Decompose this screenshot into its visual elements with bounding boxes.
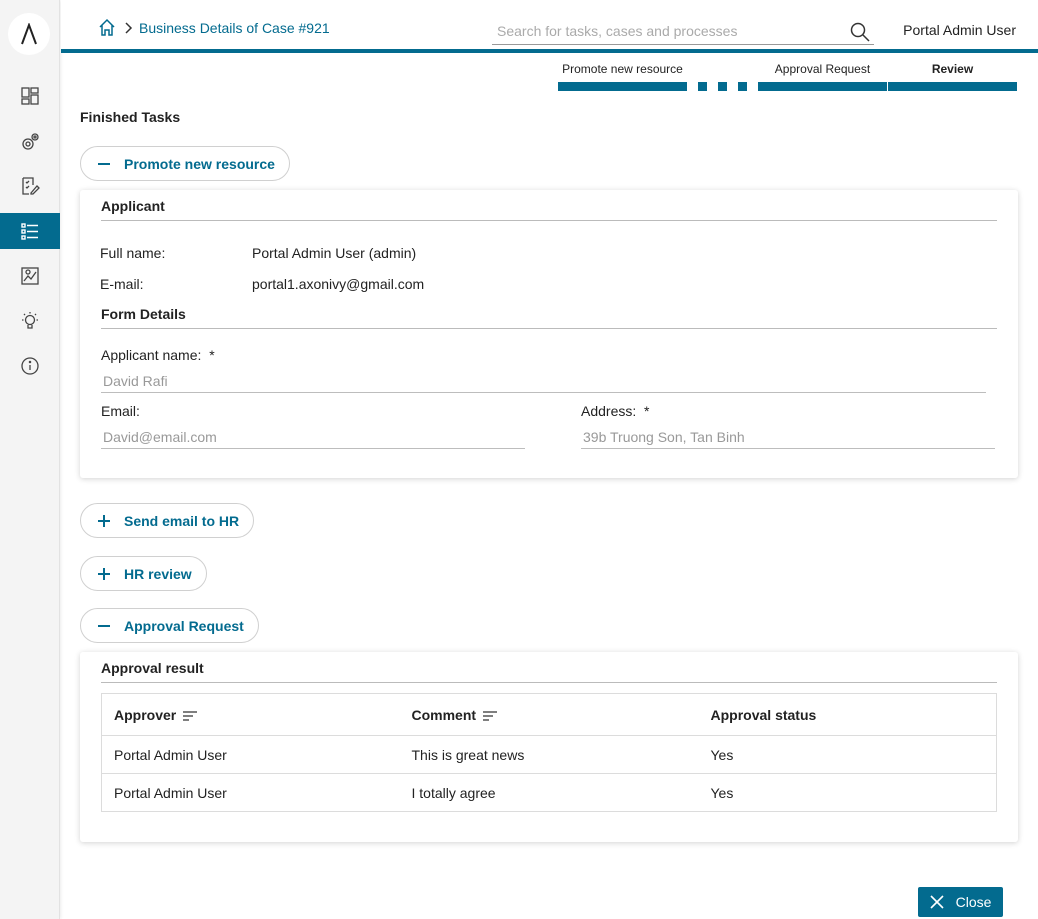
approval-task-panel: Approval result Approver Comment Approva… <box>80 652 1018 842</box>
sidebar-item-ideas[interactable] <box>0 303 60 339</box>
axon-ivy-logo[interactable] <box>8 13 50 55</box>
step-dot <box>698 82 707 91</box>
plus-icon <box>98 567 110 580</box>
applicant-name-label: Applicant name: * <box>101 347 215 363</box>
email-field-label: Email: <box>101 403 140 419</box>
email-value: portal1.axonivy@gmail.com <box>252 276 425 292</box>
required-mark: * <box>644 403 650 419</box>
required-mark: * <box>209 347 215 363</box>
tasks-checklist-icon <box>22 177 40 195</box>
minus-icon <box>98 624 110 627</box>
search-box <box>492 17 874 45</box>
divider <box>101 220 997 221</box>
applicant-name-field[interactable] <box>101 369 986 393</box>
sort-icon[interactable] <box>182 710 198 722</box>
top-bar: Business Details of Case #921 Portal Adm… <box>61 0 1038 53</box>
close-button[interactable]: Close <box>918 887 1003 917</box>
approval-result-heading: Approval result <box>101 660 204 676</box>
sidebar-item-cases[interactable] <box>0 213 60 249</box>
email-field[interactable] <box>101 425 525 449</box>
sidebar-item-dashboard[interactable] <box>0 78 60 114</box>
home-icon[interactable] <box>97 18 117 38</box>
cases-list-icon <box>21 223 38 240</box>
column-header-comment[interactable]: Comment <box>400 694 699 736</box>
close-icon <box>930 895 944 909</box>
status-cell: Yes <box>710 784 734 801</box>
step-promote-new-resource: Promote new resource <box>562 62 683 76</box>
step-review: Review <box>931 62 974 76</box>
task-label: Approval Request <box>124 617 244 634</box>
minus-icon <box>98 162 110 165</box>
sidebar-item-info[interactable] <box>0 348 60 384</box>
table-row: Portal Admin User I totally agree Yes <box>101 773 997 812</box>
task-label: HR review <box>124 565 192 582</box>
breadcrumb-case-link[interactable]: Business Details of Case #921 <box>139 20 330 36</box>
address-field[interactable] <box>581 425 995 449</box>
full-name-label: Full name: <box>100 245 166 261</box>
ideas-lightbulb-icon <box>22 312 38 329</box>
task-toggle-send-email-to-hr[interactable]: Send email to HR <box>80 503 255 538</box>
sidebar-item-tasks[interactable] <box>0 168 60 204</box>
step-dot <box>718 82 727 91</box>
approver-cell: Portal Admin User <box>114 746 227 763</box>
task-toggle-promote-new-resource[interactable]: Promote new resource <box>80 146 290 181</box>
sort-icon[interactable] <box>482 710 498 722</box>
full-name-value: Portal Admin User (admin) <box>252 245 417 261</box>
step-bar-promote <box>558 82 687 91</box>
approver-cell: Portal Admin User <box>114 784 227 801</box>
table-row: Portal Admin User This is great news Yes <box>101 735 997 774</box>
statistics-chart-icon <box>21 267 39 285</box>
sidebar <box>0 0 60 919</box>
task-toggle-approval-request[interactable]: Approval Request <box>80 608 259 643</box>
promote-task-panel: Applicant Full name: Portal Admin User (… <box>80 190 1018 478</box>
divider <box>101 328 997 329</box>
email-label: E-mail: <box>100 276 144 292</box>
column-header-approver[interactable]: Approver <box>102 694 400 736</box>
applicant-heading: Applicant <box>101 198 165 214</box>
plus-icon <box>98 514 110 527</box>
processes-gear-icon <box>22 133 39 150</box>
address-label: Address: * <box>581 403 650 419</box>
finished-tasks-title: Finished Tasks <box>80 109 181 125</box>
info-icon <box>21 357 39 375</box>
breadcrumb: Business Details of Case #921 <box>97 18 330 38</box>
divider <box>101 682 997 683</box>
sidebar-item-processes[interactable] <box>0 124 60 160</box>
task-label: Send email to HR <box>124 512 240 529</box>
comment-cell: I totally agree <box>411 784 496 801</box>
step-bar-approval <box>758 82 887 91</box>
chevron-right-icon <box>125 22 133 34</box>
task-toggle-hr-review[interactable]: HR review <box>80 556 207 591</box>
approval-table: Approver Comment Approval status Portal … <box>101 693 997 812</box>
user-menu[interactable]: Portal Admin User <box>903 22 1016 38</box>
form-details-heading: Form Details <box>101 306 186 322</box>
column-header-approval-status: Approval status <box>710 706 817 723</box>
search-input[interactable] <box>492 19 832 43</box>
sidebar-item-statistics[interactable] <box>0 258 60 294</box>
search-icon[interactable] <box>850 22 870 42</box>
dashboard-icon <box>21 87 39 105</box>
status-cell: Yes <box>710 746 734 763</box>
step-bar-review <box>888 82 1017 91</box>
close-label: Close <box>955 894 992 910</box>
task-label: Promote new resource <box>124 155 275 172</box>
table-header-row: Approver Comment Approval status <box>102 694 997 736</box>
step-dot <box>738 82 747 91</box>
comment-cell: This is great news <box>411 746 525 763</box>
step-approval-request: Approval Request <box>774 62 871 76</box>
